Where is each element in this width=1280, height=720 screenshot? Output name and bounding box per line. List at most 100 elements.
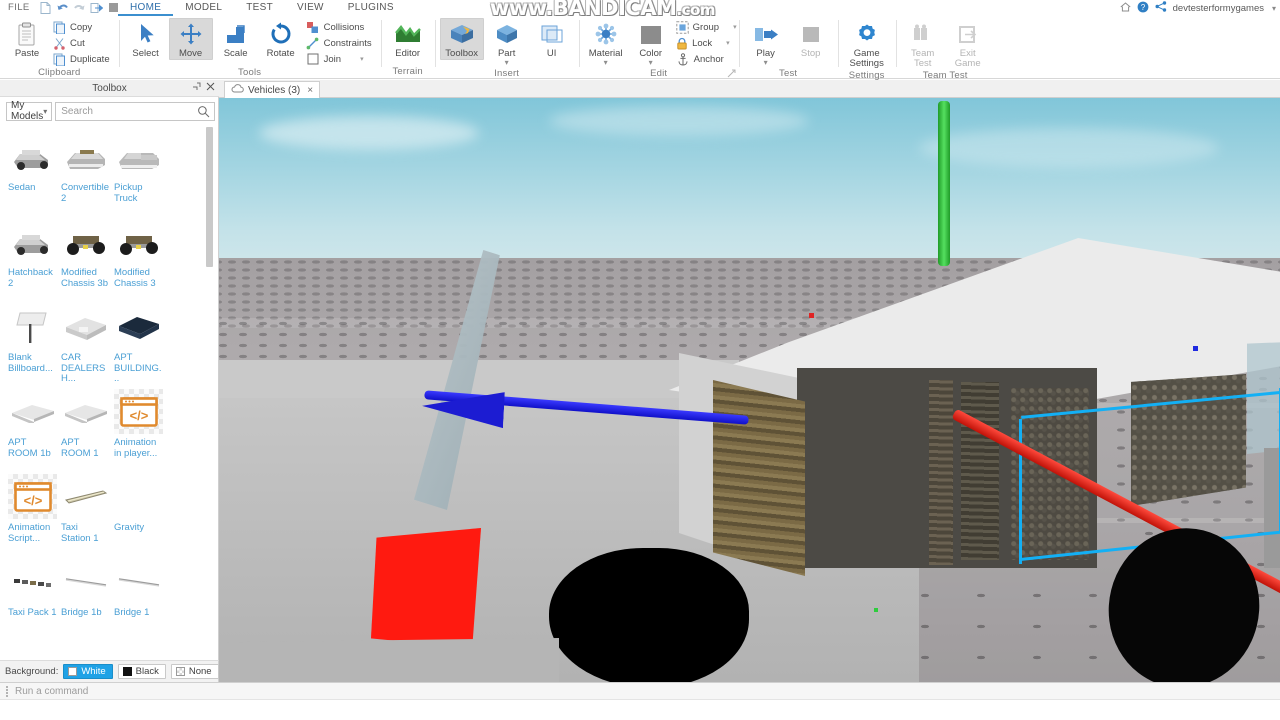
- foreground-ledge: [219, 638, 559, 682]
- search-input[interactable]: [61, 105, 194, 117]
- part-caret-icon[interactable]: ▾: [505, 59, 509, 67]
- new-file-icon[interactable]: [37, 0, 54, 16]
- cut-button[interactable]: Cut: [50, 35, 114, 51]
- toolbox-item-thumbnail: </>: [114, 389, 163, 434]
- tab-view[interactable]: VIEW: [285, 0, 336, 16]
- gizmo-handle-dot-green[interactable]: [874, 608, 878, 612]
- paste-button[interactable]: Paste: [5, 18, 49, 60]
- scale-tool-button[interactable]: Scale: [214, 18, 258, 60]
- publish-icon[interactable]: [88, 0, 105, 16]
- file-menu-button[interactable]: FILE: [0, 0, 37, 16]
- play-button[interactable]: Play ▾: [744, 18, 788, 68]
- background-option-black[interactable]: Black: [117, 664, 166, 679]
- background-option-white[interactable]: White: [63, 664, 113, 679]
- lock-button[interactable]: Lock ▾: [674, 35, 734, 51]
- toolbox-item[interactable]: Pickup Truck: [112, 132, 165, 217]
- play-caret-icon[interactable]: ▾: [764, 59, 768, 67]
- team-test-button[interactable]: Team Test: [901, 18, 945, 70]
- anchor-button[interactable]: Anchor: [674, 51, 734, 67]
- toolbox-item[interactable]: </> Animation in player...: [112, 387, 165, 472]
- ribbon-group-tools: Select Move Scale Rotate Collisions Cons…: [118, 16, 381, 79]
- swatch-white-icon: [68, 667, 78, 676]
- color-caret-icon[interactable]: ▾: [649, 59, 653, 67]
- home-icon[interactable]: [1120, 1, 1131, 15]
- game-settings-gear-icon: [855, 22, 879, 46]
- part-button[interactable]: Part ▾: [485, 18, 529, 68]
- background-option-none[interactable]: None: [170, 664, 219, 679]
- toolbox-item[interactable]: CAR DEALERSH...: [59, 302, 112, 387]
- toolbox-button[interactable]: Toolbox: [439, 18, 484, 60]
- group-button[interactable]: Group ▾: [674, 19, 737, 35]
- toolbox-item-label: Animation Script...: [8, 522, 51, 544]
- ui-button[interactable]: UI: [530, 18, 574, 60]
- toolbox-item-grid[interactable]: Sedan Convertible 2 Pickup Truck Hatchback …: [0, 122, 211, 660]
- toolbox-item-label: Convertible 2: [61, 182, 110, 204]
- rotate-tool-button[interactable]: Rotate: [259, 18, 303, 60]
- close-icon[interactable]: [206, 82, 215, 94]
- material-button[interactable]: Material ▾: [584, 18, 628, 68]
- lock-caret-icon[interactable]: ▾: [716, 39, 730, 47]
- gizmo-axis-y[interactable]: [938, 101, 950, 266]
- terrain-editor-button[interactable]: Editor: [386, 18, 430, 60]
- tab-plugins[interactable]: PLUGINS: [336, 0, 406, 16]
- account-caret-icon[interactable]: ▾: [1272, 4, 1276, 13]
- exit-game-button[interactable]: Exit Game: [946, 18, 990, 70]
- viewport-3d[interactable]: [219, 98, 1280, 682]
- stop-button[interactable]: Stop: [789, 18, 833, 60]
- toolbox-item-label: Gravity: [114, 522, 145, 533]
- toolbox-category-value: My Models: [11, 100, 44, 122]
- redo-icon[interactable]: [71, 0, 88, 16]
- collisions-toggle[interactable]: Collisions: [304, 19, 376, 35]
- tab-test[interactable]: TEST: [234, 0, 285, 16]
- tab-model[interactable]: MODEL: [173, 0, 234, 16]
- material-caret-icon[interactable]: ▾: [604, 59, 608, 67]
- command-bar[interactable]: Run a command: [0, 682, 1280, 699]
- toolbox-item[interactable]: </> Animation Script...: [6, 472, 59, 557]
- duplicate-button[interactable]: Duplicate: [50, 51, 114, 67]
- scale-icon: [225, 22, 247, 46]
- drag-grip-icon[interactable]: [4, 685, 10, 697]
- toolbox-item[interactable]: Taxi Station 1: [59, 472, 112, 557]
- constraints-toggle[interactable]: Constraints: [304, 35, 376, 51]
- document-tab-close-icon[interactable]: ×: [307, 85, 313, 96]
- toolbox-item-thumbnail: [61, 559, 110, 604]
- share-icon[interactable]: [1155, 1, 1167, 15]
- toolbox-item[interactable]: Bridge 1b: [59, 557, 112, 642]
- tab-home[interactable]: HOME: [118, 0, 174, 16]
- toolbox-scrollbar-thumb[interactable]: [206, 127, 213, 267]
- join-toggle[interactable]: Join ▾: [304, 51, 368, 67]
- toolbox-item[interactable]: Gravity: [112, 472, 165, 557]
- toolbox-item[interactable]: Convertible 2: [59, 132, 112, 217]
- join-caret-icon[interactable]: ▾: [350, 55, 364, 63]
- gizmo-handle-dot-red[interactable]: [809, 313, 814, 318]
- group-caret-icon[interactable]: ▾: [723, 23, 737, 31]
- toolbox-item[interactable]: Blank Billboard...: [6, 302, 59, 387]
- move-tool-button[interactable]: Move: [168, 18, 213, 60]
- toolbox-category-select[interactable]: My Models ▾: [6, 100, 53, 122]
- toolbox-item[interactable]: Bridge 1: [112, 557, 165, 642]
- account-name[interactable]: devtesterformygames: [1173, 3, 1264, 14]
- collisions-icon: [306, 20, 320, 34]
- search-icon[interactable]: [193, 103, 213, 120]
- edit-dialog-launcher[interactable]: [727, 69, 736, 78]
- document-tab-vehicles[interactable]: Vehicles (3) ×: [224, 81, 321, 98]
- game-settings-button[interactable]: Game Settings: [843, 18, 891, 70]
- color-button[interactable]: Color ▾: [629, 18, 673, 68]
- toolbox-item[interactable]: APT ROOM 1: [59, 387, 112, 472]
- undo-icon[interactable]: [54, 0, 71, 16]
- pin-icon[interactable]: [192, 82, 201, 94]
- copy-label: Copy: [70, 21, 93, 33]
- toolbox-item-label: APT BUILDING...: [114, 352, 162, 384]
- toolbox-item[interactable]: APT BUILDING...: [112, 302, 165, 387]
- toolbox-item[interactable]: Modified Chassis 3: [112, 217, 165, 302]
- gizmo-handle-dot-blue[interactable]: [1193, 346, 1198, 351]
- ribbon-group-team-test: Team Test Exit Game Team Test: [895, 16, 995, 81]
- copy-button[interactable]: Copy: [50, 19, 114, 35]
- help-icon[interactable]: ?: [1137, 1, 1149, 16]
- toolbox-item[interactable]: Hatchback 2: [6, 217, 59, 302]
- toolbox-item[interactable]: Sedan: [6, 132, 59, 217]
- toolbox-item[interactable]: APT ROOM 1b: [6, 387, 59, 472]
- select-tool-button[interactable]: Select: [124, 18, 168, 60]
- toolbox-item[interactable]: Taxi Pack 1: [6, 557, 59, 642]
- toolbox-item[interactable]: Modified Chassis 3b: [59, 217, 112, 302]
